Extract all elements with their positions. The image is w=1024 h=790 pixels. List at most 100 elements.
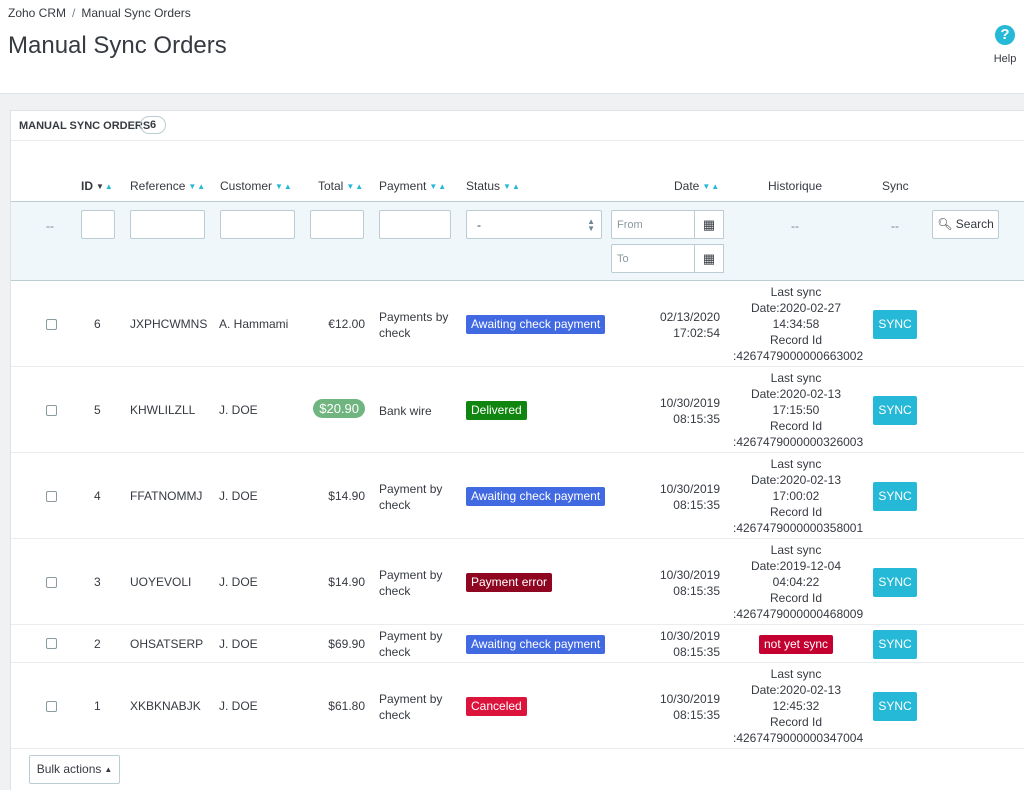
table-row[interactable]: 6 JXPHCWMNS A. Hammami €12.00 Payments b… [11,281,1024,367]
history-line: Last sync [770,285,822,299]
column-header-total[interactable]: Total ▼▲ [318,179,364,193]
calendar-to-icon[interactable]: ▦ [695,244,724,273]
sync-button[interactable]: SYNC [873,396,917,425]
filter-row: -- - ▲ ▼ From ▦ To ▦ -- -- 🔍︎ Search [11,201,1024,281]
order-payment: Payment by check [379,629,443,659]
total-filter-input[interactable] [310,210,364,239]
status-badge: Awaiting check payment [466,487,606,506]
history-line: 12:45:32 [772,699,820,713]
breadcrumb-separator: / [72,6,76,20]
order-date-time: 08:15:35 [673,584,720,598]
column-header-id[interactable]: ID ▼▲ [81,179,114,193]
reference-filter-input[interactable] [130,210,205,239]
page-title: Manual Sync Orders [8,32,227,59]
order-date-day: 02/13/2020 [659,310,720,324]
order-payment: Payment by check [379,568,443,598]
search-icon: 🔍︎ [937,217,953,231]
sync-history: not yet sync [733,635,859,654]
history-line: Date:2020-02-13 [750,387,842,401]
sort-arrows-icon[interactable]: ▼▲ [702,182,720,191]
sync-button[interactable]: SYNC [873,482,917,511]
sync-button[interactable]: SYNC [873,630,917,659]
sync-history: Last sync Date:2020-02-13 17:00:02 Recor… [733,456,863,536]
sort-arrows-icon[interactable]: ▼▲ [275,182,293,191]
history-line: :4267479000000663002 [733,349,864,363]
breadcrumb-root[interactable]: Zoho CRM [8,6,66,20]
breadcrumb: Zoho CRM / Manual Sync Orders [8,6,191,20]
history-line: Record Id [769,715,823,729]
bulk-actions-button[interactable]: Bulk actions ▲ [29,755,120,784]
order-reference: XKBKNABJK [130,699,201,713]
history-line: Record Id [769,591,823,605]
row-checkbox[interactable] [46,491,57,502]
help-label: Help [993,53,1017,65]
status-badge: Awaiting check payment [466,635,606,654]
sync-button[interactable]: SYNC [873,692,917,721]
sync-history: Last sync Date:2020-02-13 12:45:32 Recor… [733,666,864,746]
payment-filter-input[interactable] [379,210,451,239]
sync-button[interactable]: SYNC [873,310,917,339]
column-label-date: Date [674,179,700,193]
sort-arrows-icon[interactable]: ▼▲ [503,182,521,191]
status-badge: Payment error [466,573,553,592]
status-filter-value: - [477,218,481,232]
order-date: 10/30/2019 08:15:35 [660,567,720,599]
table-row[interactable]: 3 UOYEVOLI J. DOE $14.90 Payment by chec… [11,539,1024,625]
order-date-time: 17:02:54 [673,326,720,340]
date-to-input[interactable]: To [611,244,695,273]
row-checkbox[interactable] [46,319,57,330]
order-date-time: 08:15:35 [673,498,720,512]
sort-arrows-icon[interactable]: ▼▲ [96,182,114,191]
status-filter-select[interactable]: - ▲ ▼ [466,210,602,239]
column-header-reference[interactable]: Reference ▼▲ [130,179,206,193]
column-header-payment[interactable]: Payment ▼▲ [379,179,447,193]
order-date: 10/30/2019 08:15:35 [660,691,720,723]
historique-filter-placeholder: -- [791,219,799,233]
order-date-time: 08:15:35 [673,708,720,722]
status-badge: Delivered [466,401,527,420]
order-total: $14.90 [328,575,365,589]
caret-up-icon: ▲ [104,765,113,774]
table-row[interactable]: 5 KHWLILZLL J. DOE $20.90 Bank wire Deli… [11,367,1024,453]
row-checkbox[interactable] [46,405,57,416]
table-row[interactable]: 4 FFATNOMMJ J. DOE $14.90 Payment by che… [11,453,1024,539]
history-line: :4267479000000347004 [733,731,864,745]
question-circle-icon: ? [995,25,1015,45]
calendar-from-icon[interactable]: ▦ [695,210,724,239]
checkbox-filter-placeholder: -- [46,219,54,233]
history-line: 04:04:22 [772,575,820,589]
history-line: :4267479000000468009 [733,607,864,621]
order-total: $20.90 [313,399,365,418]
row-checkbox[interactable] [46,638,57,649]
breadcrumb-current: Manual Sync Orders [81,6,191,20]
search-button[interactable]: 🔍︎ Search [932,210,999,239]
help-button[interactable]: ? Help [989,25,1021,65]
status-badge: Awaiting check payment [466,315,606,334]
bulk-actions-label: Bulk actions [36,762,102,776]
column-header-status[interactable]: Status ▼▲ [466,179,521,193]
table-row[interactable]: 2 OHSATSERP J. DOE $69.90 Payment by che… [11,625,1024,663]
id-filter-input[interactable] [81,210,115,239]
search-label: Search [955,217,994,231]
date-from-input[interactable]: From [611,210,695,239]
customer-filter-input[interactable] [220,210,295,239]
order-customer: J. DOE [219,699,258,713]
sync-history: Last sync Date:2020-02-13 17:15:50 Recor… [733,370,863,450]
sort-arrows-icon[interactable]: ▼▲ [188,182,206,191]
history-line: Last sync [770,371,822,385]
order-customer: J. DOE [219,403,258,417]
row-checkbox[interactable] [46,701,57,712]
panel-heading: MANUAL SYNC ORDERS 6 [11,111,1024,141]
column-header-historique: Historique [768,179,823,193]
order-customer: J. DOE [219,489,258,503]
history-line: Last sync [770,543,822,557]
column-header-customer[interactable]: Customer ▼▲ [220,179,293,193]
order-date-day: 10/30/2019 [659,629,720,643]
order-date: 10/30/2019 08:15:35 [660,481,720,513]
sort-arrows-icon[interactable]: ▼▲ [346,182,364,191]
sync-button[interactable]: SYNC [873,568,917,597]
column-header-date[interactable]: Date ▼▲ [674,179,720,193]
row-checkbox[interactable] [46,577,57,588]
sort-arrows-icon[interactable]: ▼▲ [429,182,447,191]
table-row[interactable]: 1 XKBKNABJK J. DOE $61.80 Payment by che… [11,663,1024,749]
